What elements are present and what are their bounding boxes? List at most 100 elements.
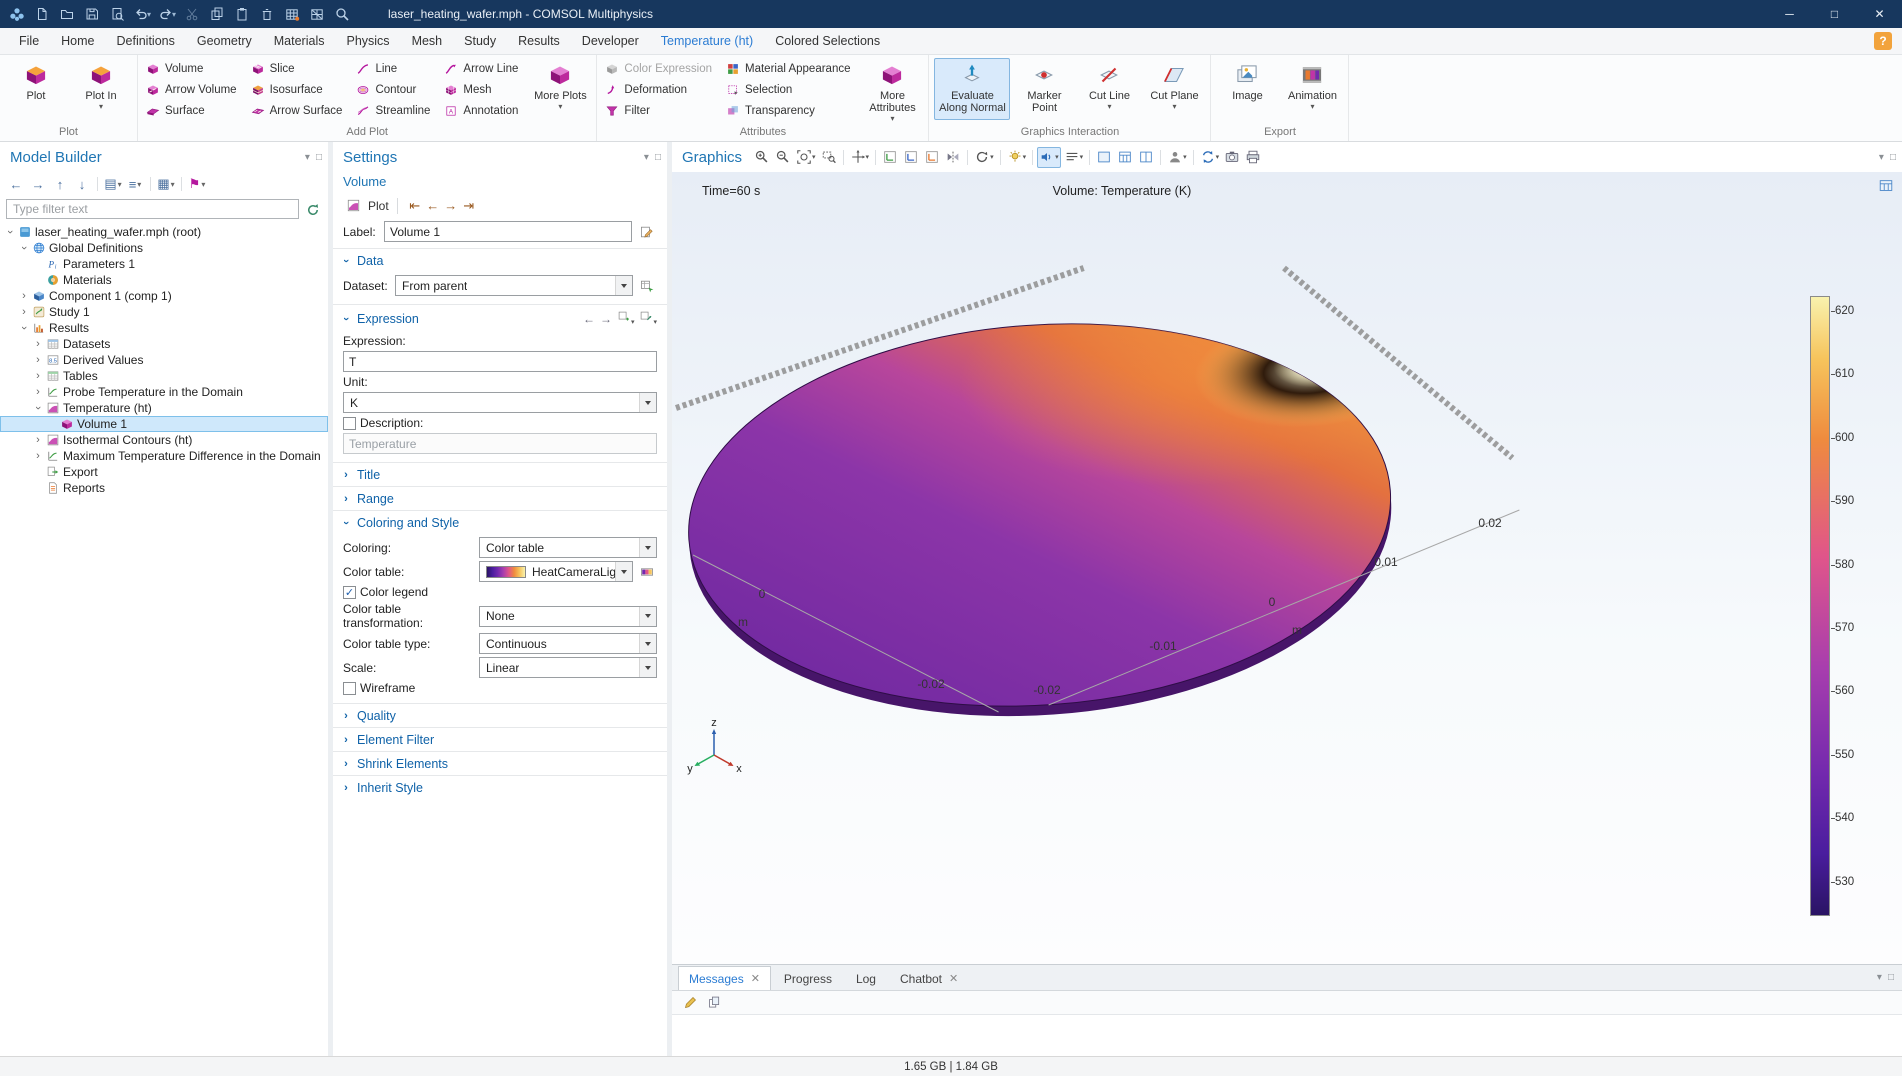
zoom-in-icon[interactable]	[752, 147, 772, 168]
description-checkbox[interactable]	[343, 417, 356, 430]
animation-button[interactable]: Animation▾	[1281, 58, 1343, 120]
tree-item-datasets[interactable]: ›Datasets	[0, 336, 328, 352]
mirror-view-icon[interactable]	[943, 147, 963, 168]
arrow-volume-button[interactable]: Arrow Volume	[143, 79, 245, 100]
tree-item-results[interactable]: ›Results	[0, 320, 328, 336]
replace-expression-icon[interactable]: ▾	[639, 310, 657, 327]
section-header-expression[interactable]: ›Expression←→▾▾	[333, 305, 667, 331]
move-up-icon[interactable]: ↑	[50, 174, 70, 194]
plot-row-label[interactable]: Plot	[368, 199, 389, 213]
plot-settings-icon[interactable]	[1878, 178, 1894, 197]
table-window-icon[interactable]	[1115, 147, 1135, 168]
selection-button[interactable]: Selection	[723, 79, 858, 100]
close-icon[interactable]: ✕	[751, 972, 760, 985]
tree-chevron-icon[interactable]: ›	[33, 355, 43, 365]
color-legend-checkbox[interactable]: ✓	[343, 586, 356, 599]
tree-item-study-1[interactable]: ›Study 1	[0, 304, 328, 320]
zoom-extents-icon[interactable]: ▾	[794, 147, 818, 168]
tab-study[interactable]: Study	[453, 28, 507, 54]
tab-home[interactable]: Home	[50, 28, 105, 54]
view-options-icon[interactable]: ▾	[1062, 147, 1086, 168]
isosurface-button[interactable]: Isosurface	[248, 79, 351, 100]
previous-expression-icon[interactable]: ←	[583, 312, 595, 326]
go-to-xy-view-icon[interactable]	[880, 147, 900, 168]
tree-chevron-icon[interactable]: ›	[33, 451, 43, 461]
model-tree-settings-icon[interactable]: ▤▾	[103, 174, 123, 194]
panel-float-icon[interactable]: □	[1888, 972, 1894, 983]
tab-geometry[interactable]: Geometry	[186, 28, 263, 54]
split-window-icon[interactable]	[1136, 147, 1156, 168]
plot-in-button[interactable]: Plot In▾	[70, 58, 132, 120]
tab-physics[interactable]: Physics	[335, 28, 400, 54]
tab-log[interactable]: Log	[845, 966, 887, 990]
comsol-logo-icon[interactable]	[5, 2, 29, 26]
collapse-options-icon[interactable]: ≡▾	[125, 174, 145, 194]
tab-temperature-ht[interactable]: Temperature (ht)	[650, 28, 764, 54]
tree-item-global-definitions[interactable]: ›Global Definitions	[0, 240, 328, 256]
cut-plane-button[interactable]: Cut Plane▾	[1143, 58, 1205, 120]
expression-input[interactable]	[343, 351, 657, 372]
label-input[interactable]	[384, 221, 632, 242]
tree-chevron-icon[interactable]: ›	[33, 435, 43, 445]
deformation-button[interactable]: Deformation	[602, 79, 720, 100]
nav-forward-icon[interactable]: →	[28, 174, 48, 194]
snapshot-icon[interactable]	[1222, 147, 1242, 168]
tab-results[interactable]: Results	[507, 28, 571, 54]
color-table-type-select[interactable]: Continuous	[479, 633, 657, 654]
wireframe-checkbox[interactable]	[343, 682, 356, 695]
open-file-icon[interactable]	[55, 2, 79, 26]
streamline-button[interactable]: Streamline	[353, 100, 438, 121]
panel-menu-icon[interactable]: ▾	[644, 152, 649, 163]
tree-chevron-icon[interactable]: ›	[19, 291, 29, 301]
arrow-line-button[interactable]: Arrow Line	[441, 58, 526, 79]
tab-progress[interactable]: Progress	[773, 966, 843, 990]
scale-select[interactable]: Linear	[479, 657, 657, 678]
mesh-button[interactable]: Mesh	[441, 79, 526, 100]
slice-button[interactable]: Slice	[248, 58, 351, 79]
tree-item-isothermal-contours-ht[interactable]: ›Isothermal Contours (ht)	[0, 432, 328, 448]
color-table-options-icon[interactable]	[637, 562, 657, 582]
section-header-shrink-elements[interactable]: ›Shrink Elements	[333, 752, 667, 775]
save-file-icon[interactable]	[80, 2, 104, 26]
redo-icon[interactable]: ▾	[155, 2, 179, 26]
nav-back-icon[interactable]: ←	[6, 174, 26, 194]
section-header-coloring-and-style[interactable]: ›Coloring and Style	[333, 511, 667, 534]
contour-button[interactable]: Contour	[353, 79, 438, 100]
insert-table-icon[interactable]	[280, 2, 304, 26]
filter-refresh-icon[interactable]	[302, 199, 322, 219]
tree-chevron-icon[interactable]: ›	[33, 371, 43, 381]
print-preview-icon[interactable]	[105, 2, 129, 26]
scene-light-icon[interactable]: ▾	[1005, 147, 1029, 168]
plot-first-button[interactable]: ⇤	[406, 198, 424, 214]
tree-item-tables[interactable]: ›Tables	[0, 368, 328, 384]
arrow-surface-button[interactable]: Arrow Surface	[248, 100, 351, 121]
copy-icon[interactable]	[205, 2, 229, 26]
tree-chevron-icon[interactable]: ›	[33, 387, 43, 397]
zoom-box-icon[interactable]	[819, 147, 839, 168]
tab-materials[interactable]: Materials	[263, 28, 336, 54]
delete-icon[interactable]	[255, 2, 279, 26]
tree-chevron-icon[interactable]: ›	[19, 307, 29, 317]
close-icon[interactable]: ✕	[949, 972, 958, 985]
tree-item-reports[interactable]: Reports	[0, 480, 328, 496]
tree-item-export[interactable]: Export	[0, 464, 328, 480]
volume-button[interactable]: Volume	[143, 58, 245, 79]
help-icon[interactable]: ?	[1874, 32, 1892, 50]
tree-chevron-icon[interactable]: ›	[5, 227, 15, 237]
tree-item-laser-heating-wafer-mph-root[interactable]: ›laser_heating_wafer.mph (root)	[0, 224, 328, 240]
paste-icon[interactable]	[230, 2, 254, 26]
dataset-select[interactable]: From parent	[395, 275, 633, 296]
panel-float-icon[interactable]: □	[316, 152, 322, 163]
tab-mesh[interactable]: Mesh	[401, 28, 454, 54]
color-table-select[interactable]: HeatCameraLight	[479, 561, 633, 582]
graphics-canvas[interactable]: Time=60 s Volume: Temperature (K) 0.020.…	[672, 172, 1902, 964]
section-header-title[interactable]: ›Title	[333, 463, 667, 486]
tab-definitions[interactable]: Definitions	[106, 28, 186, 54]
dataset-options-icon[interactable]	[637, 276, 657, 296]
plot-icon[interactable]	[343, 196, 363, 216]
tree-item-volume-1[interactable]: Volume 1	[0, 416, 328, 432]
panel-float-icon[interactable]: □	[1890, 152, 1896, 163]
tab-chatbot[interactable]: Chatbot✕	[889, 966, 969, 990]
surface-button[interactable]: Surface	[143, 100, 245, 121]
material-appearance-button[interactable]: Material Appearance	[723, 58, 858, 79]
